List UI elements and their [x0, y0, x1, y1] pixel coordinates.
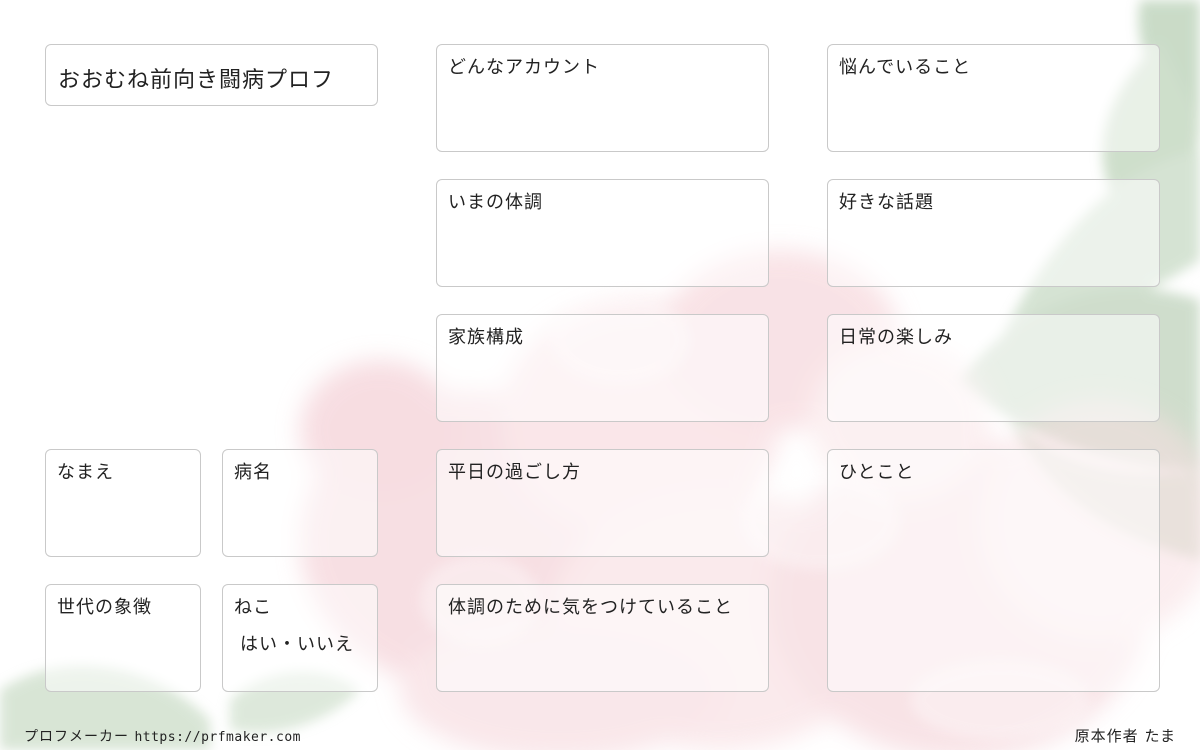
weekday-field[interactable]: 平日の過ごし方	[436, 449, 769, 557]
cat-label: ねこ	[234, 597, 272, 618]
family-field[interactable]: 家族構成	[436, 314, 769, 422]
maker-url-link[interactable]: https://prfmaker.com	[134, 730, 301, 745]
disease-label: 病名	[234, 462, 272, 483]
author-credit: 原本作者 たま	[1074, 727, 1176, 745]
cat-field[interactable]: ねこ はい・いいえ	[222, 584, 378, 692]
condition-field[interactable]: いまの体調	[436, 179, 769, 287]
page-title: おおむね前向き闘病プロフ	[58, 68, 335, 93]
topics-label: 好きな話題	[839, 192, 934, 213]
family-label: 家族構成	[448, 327, 524, 348]
account-field[interactable]: どんなアカウント	[436, 44, 769, 152]
comment-label: ひとこと	[839, 462, 915, 483]
name-label: なまえ	[57, 462, 114, 483]
worries-label: 悩んでいること	[839, 57, 972, 78]
health-care-label: 体調のために気をつけていること	[448, 597, 733, 618]
title-card: おおむね前向き闘病プロフ	[45, 44, 378, 106]
weekday-label: 平日の過ごし方	[448, 462, 581, 483]
disease-field[interactable]: 病名	[222, 449, 378, 557]
worries-field[interactable]: 悩んでいること	[827, 44, 1160, 152]
joys-field[interactable]: 日常の楽しみ	[827, 314, 1160, 422]
topics-field[interactable]: 好きな話題	[827, 179, 1160, 287]
comment-field[interactable]: ひとこと	[827, 449, 1160, 692]
joys-label: 日常の楽しみ	[839, 327, 953, 348]
maker-label: プロフメーカー	[24, 729, 129, 745]
maker-credit: プロフメーカー https://prfmaker.com	[24, 726, 301, 746]
condition-label: いまの体調	[448, 192, 543, 213]
health-care-field[interactable]: 体調のために気をつけていること	[436, 584, 769, 692]
cat-options[interactable]: はい・いいえ	[240, 630, 354, 656]
generation-field[interactable]: 世代の象徴	[45, 584, 201, 692]
name-field[interactable]: なまえ	[45, 449, 201, 557]
account-label: どんなアカウント	[448, 57, 600, 78]
generation-label: 世代の象徴	[57, 597, 152, 618]
